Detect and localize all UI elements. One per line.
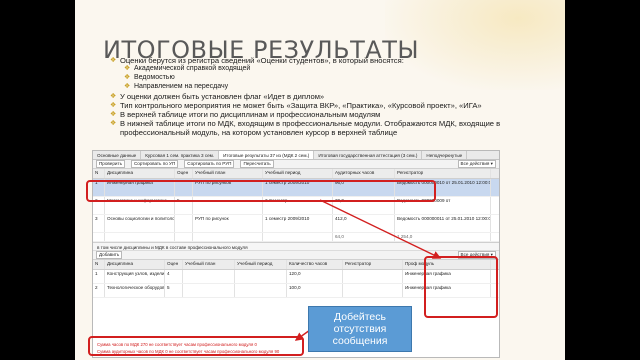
table-cell — [343, 284, 403, 297]
total-cell — [193, 233, 263, 241]
bullet-marker-icon: ❖ — [110, 92, 117, 100]
table-cell: 1 семестр 2009/2010 — [263, 215, 333, 232]
highlight-status — [88, 336, 304, 356]
bullet-item: ❖ Тип контрольного мероприятия не может б… — [110, 101, 560, 110]
bullet-text: Направлением на пересдачу — [134, 82, 229, 90]
sort-rup-button[interactable]: Сортировать по РУП — [184, 160, 235, 168]
column-header: N — [93, 169, 105, 178]
add-button[interactable]: Добавить — [96, 251, 123, 259]
all-actions-button[interactable]: Все действия ▾ — [457, 160, 496, 168]
recalc-button[interactable]: Пересчитать — [240, 160, 274, 168]
table-cell — [183, 284, 235, 297]
table-cell: 3 — [93, 215, 105, 232]
tab[interactable]: Неподчеркнутые — [422, 151, 468, 159]
bullet-item: ❖ Оценки берутся из регистра сведений «Оц… — [110, 56, 560, 65]
bullet-item: ❖ В нижней таблице итоги по МДК, входящим… — [110, 119, 560, 137]
bullet-text: Академической справкой входящей — [134, 65, 251, 73]
sub-bullet-item: ❖ Академической справкой входящей — [110, 65, 560, 74]
bullet-marker-icon: ❖ — [110, 101, 117, 109]
table-cell: Ведомость 000000011 от 25.01.2010 12:00:… — [395, 215, 491, 232]
total-cell: 1 254,0 — [395, 233, 491, 241]
highlight-module-column — [424, 256, 498, 318]
total-cell — [263, 233, 333, 241]
tab[interactable]: Курсовая 1 сем. практика 3 сем. — [141, 151, 220, 159]
bullet-text: Оценки берутся из регистра сведений «Оце… — [120, 56, 404, 65]
bullet-marker-icon: ❖ — [124, 74, 131, 81]
bullet-marker-icon: ❖ — [110, 57, 117, 64]
table-cell: 1 — [93, 270, 105, 283]
sub-bullet-item: ❖ Ведомостью — [110, 74, 560, 83]
table-cell — [235, 284, 287, 297]
table-cell: 2 — [93, 284, 105, 297]
sort-button[interactable]: Сортировать по УП — [130, 160, 179, 168]
bullet-marker-icon: ❖ — [110, 120, 117, 128]
column-header: Учебный период — [263, 169, 333, 178]
column-header: Учебный период — [235, 260, 287, 269]
table-cell: РУП по рисунок — [193, 215, 263, 232]
check-button[interactable]: Проверить — [96, 160, 125, 168]
column-header: Аудиторных часов — [333, 169, 395, 178]
column-header: Оцен — [165, 260, 183, 269]
upper-table-header: N Дисциплина Оцен Учебный план Учебный перио… — [93, 169, 499, 179]
table-cell — [343, 270, 403, 283]
bullet-text: Ведомостью — [134, 74, 175, 81]
tab[interactable]: Итоговые результаты 37 из (МДК 2 сем.) — [219, 151, 315, 159]
bullet-marker-icon: ❖ — [110, 111, 117, 118]
callout-box: Добейтесь отсутствия сообщения — [308, 306, 412, 352]
table-cell: Технологическое оборудование для ... — [105, 284, 165, 297]
callout-line: Добейтесь — [334, 311, 386, 323]
table-cell — [183, 270, 235, 283]
bullet-text: У оценки должен быть установлен флаг «Ид… — [120, 91, 325, 101]
table-cell — [235, 270, 287, 283]
bullet-marker-icon: ❖ — [124, 65, 131, 73]
bullet-text: В верхней таблице итоги по дисциплинам и… — [120, 110, 381, 119]
bullet-item: ❖ В верхней таблице итоги по дисциплинам … — [110, 110, 560, 119]
column-header: Учебный план — [183, 260, 235, 269]
bullet-marker-icon: ❖ — [124, 82, 131, 90]
column-header: Учебный план — [193, 169, 263, 178]
column-header: Регистратор — [395, 169, 491, 178]
bullet-list: ❖ Оценки берутся из регистра сведений «Оц… — [110, 56, 560, 138]
table-row[interactable]: 3 Основы социологии и политологии РУП по р… — [93, 215, 499, 233]
sub-bullet-item: ❖ Направлением на пересдачу — [110, 83, 560, 92]
column-header: Регистратор — [343, 260, 403, 269]
bullet-item: ❖ У оценки должен быть установлен флаг «И… — [110, 92, 560, 101]
tab-bar: Основные данные Курсовая 1 сем. практика … — [93, 151, 499, 160]
total-cell — [175, 233, 193, 241]
table-cell: 412,0 — [333, 215, 395, 232]
total-cell — [93, 233, 105, 241]
table-cell — [175, 215, 193, 232]
total-cell — [105, 233, 175, 241]
table-cell: 4 — [165, 270, 183, 283]
table-cell: Конструкция узлов, изделий и систем — [105, 270, 165, 283]
column-header: Дисциплина — [105, 169, 175, 178]
tab[interactable]: Основные данные — [93, 151, 142, 159]
highlight-selected-row — [86, 180, 436, 202]
column-header: Дисциплина — [105, 260, 165, 269]
callout-line: отсутствия — [333, 323, 387, 335]
column-header: Количество часов — [287, 260, 343, 269]
total-cell: 64,0 — [333, 233, 395, 241]
upper-toolbar: Проверить Сортировать по УП Сортировать … — [93, 160, 499, 169]
callout-line: сообщения — [332, 335, 388, 347]
table-cell: 5 — [165, 284, 183, 297]
totals-row: 64,0 1 254,0 — [93, 233, 499, 242]
table-cell: 120,0 — [287, 270, 343, 283]
bullet-text: В нижней таблице итоги по МДК, входящим … — [120, 119, 501, 138]
table-cell: Основы социологии и политологии — [105, 215, 175, 232]
column-header: N — [93, 260, 105, 269]
tab[interactable]: Итоговая государственная аттестация (3 с… — [314, 151, 423, 159]
column-header: Оцен — [175, 169, 193, 178]
bullet-text: Тип контрольного мероприятия не может бы… — [120, 100, 482, 110]
table-cell: 100,0 — [287, 284, 343, 297]
lower-section-label: в том числе дисциплины и МДК в составе п… — [93, 242, 499, 251]
